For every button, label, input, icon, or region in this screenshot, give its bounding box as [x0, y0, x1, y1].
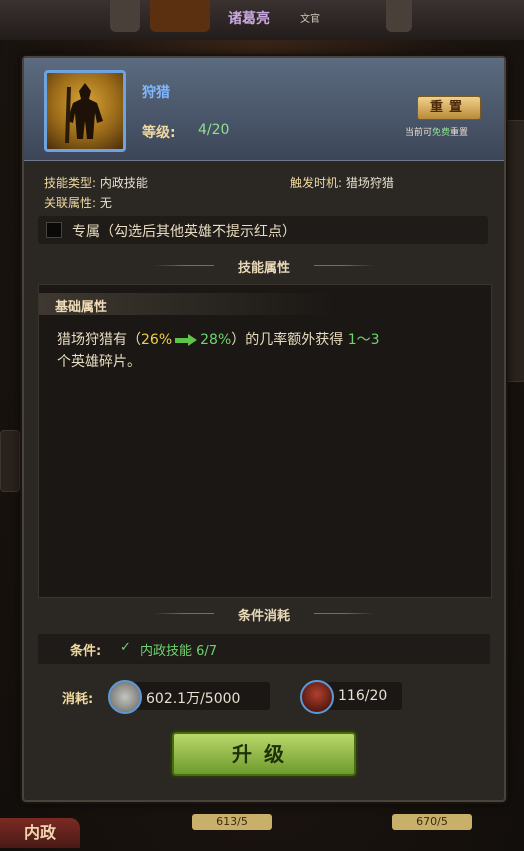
cost-label: 消耗: [62, 692, 94, 707]
reset-button[interactable]: 重置 [417, 96, 481, 120]
upgrade-button[interactable]: 升级 [172, 732, 356, 776]
rate-to: 28% [200, 332, 232, 348]
base-attr-title: 基础属性 [55, 300, 108, 315]
exclusive-label: 专属（勾选后其他英雄不提示红点） [72, 224, 296, 240]
silver-coin-icon[interactable] [108, 680, 142, 714]
reset-note-free: 免费 [432, 128, 451, 138]
reset-note-suffix: 重置 [450, 128, 469, 138]
level-label: 等级: [142, 125, 176, 141]
fragment-cost-value: 116/20 [338, 688, 388, 704]
condition-text: 内政技能 6/7 [140, 644, 218, 659]
skill-type-value: 内政技能 [99, 176, 148, 190]
top-tab-icon[interactable] [110, 0, 140, 32]
reward-range: 1～3 [347, 332, 380, 348]
right-side-fragment [506, 120, 524, 382]
trigger-value: 猎场狩猎 [345, 176, 394, 190]
reset-note-prefix: 当前可 [405, 128, 433, 138]
cost-title: 条件消耗 [237, 609, 290, 624]
arrow-right-icon [175, 334, 198, 346]
top-book-icon[interactable] [386, 0, 412, 32]
silver-cost-value: 602.1万/5000 [146, 691, 241, 707]
hero-role: 文官 [300, 14, 320, 25]
tab-domestic[interactable]: 内政 [0, 818, 80, 848]
cost-divider: 条件消耗 [24, 604, 504, 624]
exclusive-checkbox[interactable] [46, 222, 62, 238]
reset-note: 当前可免费重置 [405, 125, 468, 138]
desc-prefix: 猎场狩猎有（ [57, 332, 141, 348]
hero-name: 诸葛亮 [228, 11, 270, 27]
related-value: 无 [99, 196, 112, 210]
exclusive-toggle-row[interactable]: 专属（勾选后其他英雄不提示红点） [38, 216, 488, 244]
related-row: 关联属性: 无 [44, 194, 112, 211]
desc-suffix: 个英雄碎片。 [57, 354, 141, 370]
attribute-box: 基础属性 猎场狩猎有（26% 28%）的几率额外获得 1～3 个英雄碎片。 [38, 284, 492, 598]
bottom-progress-1: 613/5 [192, 814, 272, 830]
top-bar: 诸葛亮 文官 [0, 0, 524, 40]
skill-header: 狩猎 等级: 4/20 重置 当前可免费重置 [24, 58, 504, 161]
rate-from: 26% [141, 332, 173, 348]
top-tab-active[interactable] [150, 0, 210, 32]
skill-detail-panel: 狩猎 等级: 4/20 重置 当前可免费重置 技能类型: 内政技能 触发时机: … [22, 56, 506, 802]
warrior-icon [65, 83, 103, 143]
skill-type-label: 技能类型: [44, 176, 97, 190]
check-icon: ✓ [120, 640, 131, 655]
attribute-description: 猎场狩猎有（26% 28%）的几率额外获得 1～3 个英雄碎片。 [57, 329, 477, 373]
skill-name: 狩猎 [142, 85, 170, 101]
trigger-row: 触发时机: 猎场狩猎 [290, 174, 394, 191]
level-value: 4/20 [198, 122, 230, 138]
condition-row: 条件: ✓ 内政技能 6/7 [38, 634, 490, 664]
bottom-progress-2: 670/5 [392, 814, 472, 830]
trigger-label: 触发时机: [290, 176, 343, 190]
skill-attr-title: 技能属性 [237, 261, 290, 276]
left-side-fragment [0, 430, 20, 492]
hero-fragment-icon[interactable] [300, 680, 334, 714]
condition-label: 条件: [70, 644, 102, 659]
desc-middle: ）的几率额外获得 [231, 332, 344, 348]
skill-avatar [44, 70, 126, 152]
skill-type-row: 技能类型: 内政技能 [44, 174, 148, 191]
base-attr-header: 基础属性 [39, 293, 339, 315]
related-label: 关联属性: [44, 196, 97, 210]
skill-attr-divider: 技能属性 [24, 256, 504, 276]
